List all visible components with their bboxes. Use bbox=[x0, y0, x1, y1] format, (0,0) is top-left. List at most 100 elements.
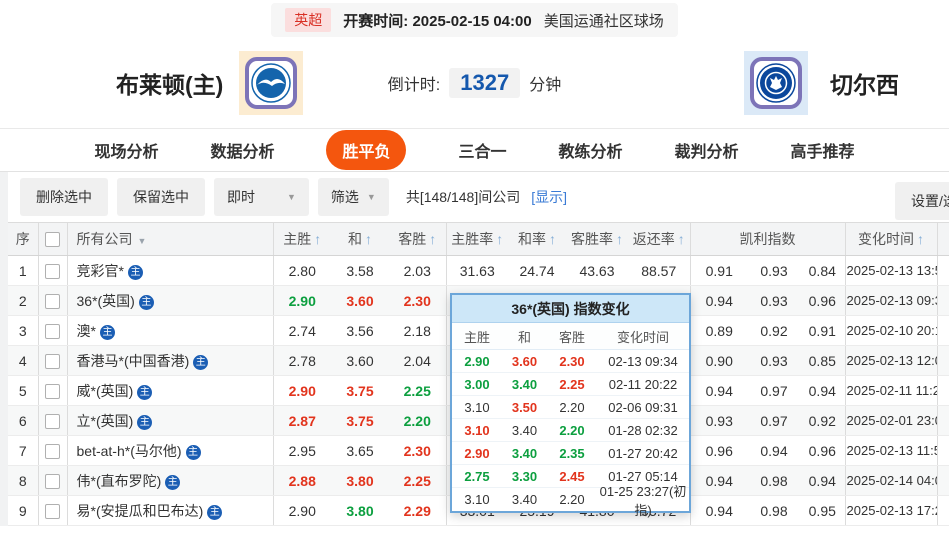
tab-coach-analysis[interactable]: 教练分析 bbox=[559, 138, 623, 162]
tab-live-analysis[interactable]: 现场分析 bbox=[94, 138, 158, 162]
company-cell[interactable]: 36*(英国)主 bbox=[67, 286, 273, 316]
company-name: 香港马*(中国香港) bbox=[77, 353, 190, 369]
company-cell[interactable]: 易*(安提瓜和巴布达)主 bbox=[67, 496, 273, 526]
row-checkbox[interactable] bbox=[45, 354, 60, 369]
col-return-rate[interactable]: 返还率↑ bbox=[628, 223, 690, 256]
odds-cell[interactable]: 3.80 bbox=[331, 496, 389, 526]
row-checkbox[interactable] bbox=[45, 504, 60, 519]
popup-odds-value: 3.40 bbox=[502, 446, 547, 461]
company-cell[interactable]: 威*(英国)主 bbox=[67, 376, 273, 406]
row-checkbox[interactable] bbox=[45, 444, 60, 459]
odds-cell[interactable]: 2.25 bbox=[389, 466, 446, 496]
kickoff-value: 2025-02-15 04:00 bbox=[412, 13, 531, 30]
odds-cell[interactable]: 2.29 bbox=[389, 496, 446, 526]
company-badge-icon[interactable]: 主 bbox=[137, 415, 152, 430]
show-link[interactable]: [显示] bbox=[531, 187, 567, 207]
odds-cell[interactable]: 2.95 bbox=[273, 436, 331, 466]
company-cell[interactable]: 香港马*(中国香港)主 bbox=[67, 346, 273, 376]
odds-row[interactable]: 1竞彩官*主2.803.582.0331.6324.7443.6388.570.… bbox=[8, 256, 949, 286]
company-cell[interactable]: 立*(英国)主 bbox=[67, 406, 273, 436]
col-company[interactable]: 所有公司▼ bbox=[67, 223, 273, 256]
company-cell[interactable]: bet-at-h*(马尔他)主 bbox=[67, 436, 273, 466]
col-away-rate[interactable]: 客胜率↑ bbox=[566, 223, 628, 256]
popup-odds-value: 3.10 bbox=[452, 400, 502, 415]
col-home-odds[interactable]: 主胜↑ bbox=[273, 223, 331, 256]
odds-cell[interactable]: 2.25 bbox=[389, 376, 446, 406]
company-cell[interactable]: 伟*(直布罗陀)主 bbox=[67, 466, 273, 496]
odds-cell[interactable]: 2.74 bbox=[273, 316, 331, 346]
odds-cell[interactable]: 3.65 bbox=[331, 436, 389, 466]
tab-referee-analysis[interactable]: 裁判分析 bbox=[675, 138, 739, 162]
odds-cell[interactable]: 2.20 bbox=[389, 406, 446, 436]
company-cell[interactable]: 竞彩官*主 bbox=[67, 256, 273, 286]
company-cell[interactable]: 澳*主 bbox=[67, 316, 273, 346]
company-badge-icon[interactable]: 主 bbox=[139, 295, 154, 310]
odds-cell[interactable]: 3.60 bbox=[331, 286, 389, 316]
odds-cell[interactable]: 2.78 bbox=[273, 346, 331, 376]
popup-odds-value: 3.00 bbox=[452, 377, 502, 392]
popup-odds-row: 3.103.402.2001-25 23:27(初指) bbox=[452, 488, 689, 511]
odds-cell[interactable]: 2.90 bbox=[273, 376, 331, 406]
odds-cell[interactable]: 2.90 bbox=[273, 286, 331, 316]
tab-three-in-one[interactable]: 三合一 bbox=[458, 138, 506, 162]
company-badge-icon[interactable]: 主 bbox=[137, 385, 152, 400]
row-checkbox[interactable] bbox=[45, 414, 60, 429]
row-checkbox[interactable] bbox=[45, 324, 60, 339]
tab-win-draw-loss[interactable]: 胜平负 bbox=[326, 130, 406, 170]
odds-cell[interactable]: 3.75 bbox=[331, 376, 389, 406]
col-draw-rate[interactable]: 和率↑ bbox=[508, 223, 566, 256]
settings-button[interactable]: 设置/选择 bbox=[895, 182, 949, 220]
col-home-rate[interactable]: 主胜率↑ bbox=[446, 223, 508, 256]
odds-cell[interactable]: 3.58 bbox=[331, 256, 389, 286]
odds-cell[interactable]: 2.30 bbox=[389, 286, 446, 316]
row-index: 3 bbox=[8, 316, 38, 346]
tab-expert-recommend[interactable]: 高手推荐 bbox=[791, 138, 855, 162]
company-badge-icon[interactable]: 主 bbox=[100, 325, 115, 340]
kelly-cell: 0.85 bbox=[800, 346, 845, 376]
sort-asc-icon: ↑ bbox=[616, 231, 623, 247]
col-draw-odds[interactable]: 和↑ bbox=[331, 223, 389, 256]
row-checkbox[interactable] bbox=[45, 384, 60, 399]
tab-data-analysis[interactable]: 数据分析 bbox=[210, 138, 274, 162]
company-badge-icon[interactable]: 主 bbox=[165, 475, 180, 490]
sort-asc-icon: ↑ bbox=[365, 231, 372, 247]
filter-dropdown[interactable]: 筛选 ▼ bbox=[318, 178, 389, 216]
odds-cell[interactable]: 2.18 bbox=[389, 316, 446, 346]
company-badge-icon[interactable]: 主 bbox=[207, 505, 222, 520]
row-index: 8 bbox=[8, 466, 38, 496]
odds-cell[interactable]: 3.80 bbox=[331, 466, 389, 496]
company-badge-icon[interactable]: 主 bbox=[128, 265, 143, 280]
company-badge-icon[interactable]: 主 bbox=[193, 355, 208, 370]
odds-cell[interactable]: 3.56 bbox=[331, 316, 389, 346]
row-checkbox[interactable] bbox=[45, 294, 60, 309]
kelly-cell: 0.95 bbox=[800, 496, 845, 526]
select-all-checkbox[interactable] bbox=[45, 232, 60, 247]
delete-selected-button[interactable]: 删除选中 bbox=[20, 178, 108, 216]
odds-cell[interactable]: 2.04 bbox=[389, 346, 446, 376]
row-checkbox[interactable] bbox=[45, 474, 60, 489]
league-badge[interactable]: 英超 bbox=[285, 8, 331, 32]
time-mode-dropdown[interactable]: 即时 ▼ bbox=[214, 178, 309, 216]
kelly-cell: 0.97 bbox=[748, 406, 800, 436]
keep-selected-button[interactable]: 保留选中 bbox=[117, 178, 205, 216]
company-badge-icon[interactable]: 主 bbox=[186, 445, 201, 460]
odds-cell[interactable]: 2.03 bbox=[389, 256, 446, 286]
odds-cell[interactable]: 2.90 bbox=[273, 496, 331, 526]
odds-cell[interactable]: 2.87 bbox=[273, 406, 331, 436]
rate-cell: 31.63 bbox=[446, 256, 508, 286]
popup-odds-value: 3.50 bbox=[502, 400, 547, 415]
row-checkbox[interactable] bbox=[45, 264, 60, 279]
col-away-odds[interactable]: 客胜↑ bbox=[389, 223, 446, 256]
col-away-odds-label: 客胜 bbox=[398, 231, 426, 247]
toolbar: 删除选中 保留选中 即时 ▼ 筛选 ▼ 共[148/148]间公司 [显示] 设… bbox=[8, 172, 949, 222]
kelly-cell: 0.98 bbox=[748, 466, 800, 496]
row-index: 5 bbox=[8, 376, 38, 406]
odds-cell[interactable]: 3.75 bbox=[331, 406, 389, 436]
popup-header-row: 主胜 和 客胜 变化时间 bbox=[452, 323, 689, 350]
odds-cell[interactable]: 2.80 bbox=[273, 256, 331, 286]
odds-cell[interactable]: 2.88 bbox=[273, 466, 331, 496]
odds-cell[interactable]: 2.30 bbox=[389, 436, 446, 466]
col-change-time[interactable]: 变化时间↑ bbox=[845, 223, 937, 256]
row-select-cell bbox=[38, 406, 67, 436]
odds-cell[interactable]: 3.60 bbox=[331, 346, 389, 376]
